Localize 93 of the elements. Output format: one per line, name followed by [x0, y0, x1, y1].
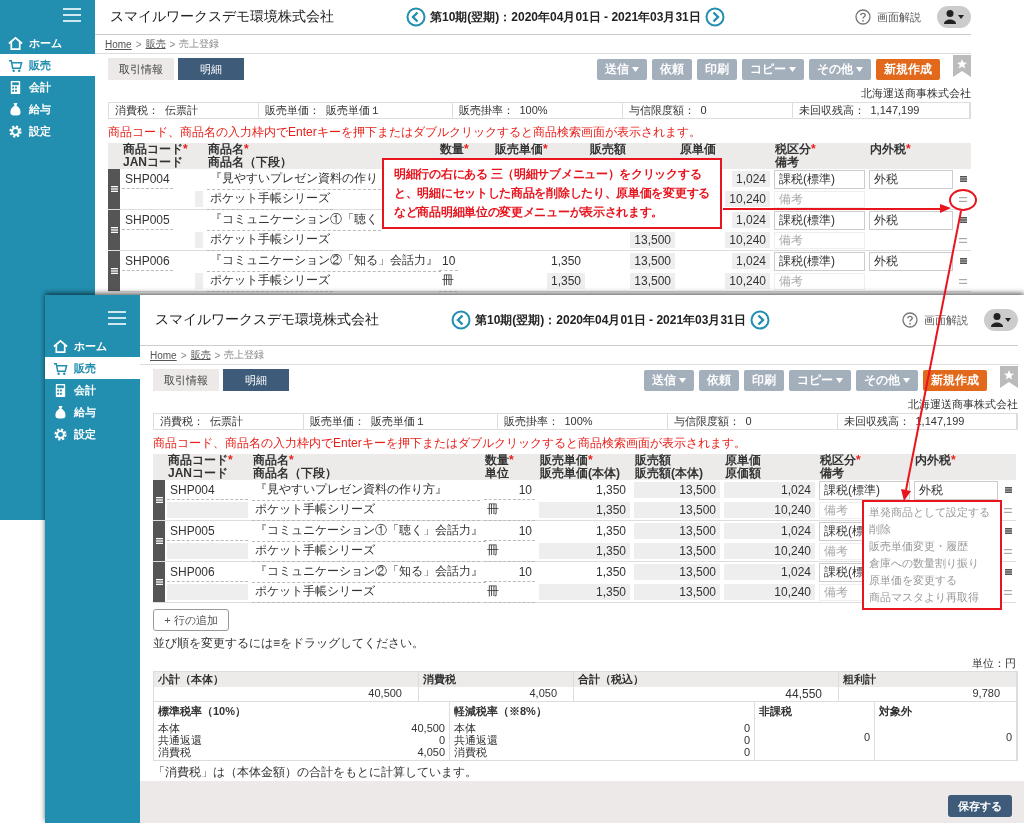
column-header: 販売単価*: [495, 142, 548, 156]
cost-price-field: 1,024: [724, 564, 815, 580]
total-label: 粗利計: [839, 672, 1016, 687]
column-header: 数量*: [440, 142, 469, 156]
cost-price-field: 1,024: [724, 482, 815, 498]
cost-amount-field: 10,240: [725, 273, 770, 289]
cost-amount-field: 10,240: [725, 232, 770, 248]
notice-text: 商品コード、商品名の入力枠内でEnterキーを押下またはダブルクリックすると商品検索画面が表示されます。: [108, 124, 702, 138]
breakdown-value: 0: [1005, 731, 1012, 743]
column-header: 内外税*: [870, 142, 911, 156]
breakdown-title: 対象外: [879, 704, 913, 719]
total-label: 消費税: [419, 672, 573, 687]
fiscal-period: 第10期(翌期)：2020年04月01日 - 2021年03月31日: [430, 8, 701, 26]
total-value: 9,780: [971, 687, 1001, 699]
company-name: スマイルワークスデモ環境株式会社: [155, 311, 380, 329]
info-cell: 販売単価： 販売単価１: [304, 414, 498, 429]
breakdown-value: 0: [438, 734, 445, 746]
info-cell: 消費税： 伝票計: [109, 103, 259, 118]
info-cell: 消費税： 伝票計: [154, 414, 304, 429]
breakdown-title: 標準税率（10%）: [158, 704, 248, 719]
breakdown-title: 非課税: [759, 704, 793, 719]
net-amount-field: 13,500: [634, 543, 720, 559]
total-label: 合計（税込）: [574, 672, 838, 687]
notice-text: 商品コード、商品名の入力枠内でEnterキーを押下またはダブルクリックすると商品検索画面が表示されます。: [153, 435, 747, 449]
net-price-field: 1,350: [539, 543, 630, 559]
cost-amount-field: 10,240: [724, 502, 815, 518]
company-name: スマイルワークスデモ環境株式会社: [110, 8, 335, 26]
cost-price-field: 1,024: [724, 523, 815, 539]
footnote: 「消費税」は（本体金額）の合計をもとに計算しています。: [153, 764, 478, 781]
amount-field: 13,500: [634, 482, 720, 498]
breakdown-label: 共通返還: [454, 734, 498, 746]
net-price-field: 1,350: [539, 502, 630, 518]
breadcrumb-separator: >: [169, 38, 176, 50]
breakdown-value: 0: [743, 746, 750, 758]
net-price-field: 1,350: [539, 584, 630, 600]
column-header: 原単価: [680, 142, 716, 156]
breadcrumb-separator: >: [180, 349, 187, 361]
breakdown-value: 4,050: [417, 746, 445, 758]
breadcrumb-current: 売上登録: [179, 37, 220, 51]
breakdown-value: 0: [743, 722, 750, 734]
breakdown-value: 0: [863, 731, 870, 743]
drag-hint: 並び順を変更するには≡をドラッグしてください。: [153, 635, 425, 652]
column-header: 販売単価* 販売単価(本体): [540, 453, 620, 480]
total-value: 40,500: [367, 687, 403, 699]
info-cell: 未回収残高： 1,147,199: [793, 103, 970, 118]
customer-name: 北海運送商事株式会社: [861, 87, 971, 99]
cost-amount-field: 10,240: [724, 584, 815, 600]
info-cell: 与信限度額： 0: [668, 414, 838, 429]
net-amount-field: 13,500: [630, 232, 675, 248]
total-label: 小計（本体）: [154, 672, 418, 687]
net-amount-field: 13,500: [630, 273, 675, 289]
info-cell: 与信限度額： 0: [623, 103, 793, 118]
callout-box: 明細行の右にある 三（明細サブメニュー）をクリックすると、明細にセットした商品を削除したり、原単価を変更するなど商品明細単位の変更メニューが表示されます。: [382, 158, 722, 229]
cost-amount-field: 10,240: [725, 191, 770, 207]
amount-field: 13,500: [630, 253, 675, 269]
column-header: 税区分* 備考: [820, 453, 861, 480]
info-cell: 販売掛率： 100%: [453, 103, 623, 118]
breadcrumb-current: 売上登録: [224, 348, 265, 362]
column-header: 商品名* 商品名（下段）: [208, 142, 292, 169]
breakdown-label: 本体: [454, 722, 476, 734]
column-header: 数量* 単位: [485, 453, 514, 480]
breakdown-value: 40,500: [411, 722, 445, 734]
column-header: 内外税*: [915, 453, 956, 467]
currency-unit: 単位：円: [972, 657, 1016, 669]
column-header: 原単価 原価額: [725, 453, 761, 480]
cost-price-field: 1,024: [731, 253, 770, 269]
breakdown-value: 0: [743, 734, 750, 746]
net-amount-field: 13,500: [634, 502, 720, 518]
cost-price-field: 1,024: [731, 212, 770, 228]
total-value: 4,050: [528, 687, 558, 699]
info-cell: 販売単価： 販売単価１: [259, 103, 453, 118]
column-header: 商品コード* JANコード: [123, 142, 188, 169]
column-header: 税区分* 備考: [775, 142, 816, 169]
net-amount-field: 13,500: [634, 584, 720, 600]
amount-field: 13,500: [634, 523, 720, 539]
breakdown-label: 共通返還: [158, 734, 202, 746]
column-header: 販売額: [590, 142, 626, 156]
breadcrumb-separator: >: [135, 38, 142, 50]
fiscal-period: 第10期(翌期)：2020年04月01日 - 2021年03月31日: [475, 311, 746, 329]
column-header: 販売額 販売額(本体): [635, 453, 703, 480]
info-cell: 販売掛率： 100%: [498, 414, 668, 429]
net-price-field: 1,350: [546, 273, 585, 289]
column-header: 商品名* 商品名（下段）: [253, 453, 337, 480]
cost-amount-field: 10,240: [724, 543, 815, 559]
breakdown-label: 消費税: [454, 746, 487, 758]
breakdown-title: 軽減税率（※8%）: [454, 704, 548, 719]
cost-price-field: 1,024: [731, 171, 770, 187]
breakdown-label: 本体: [158, 722, 180, 734]
breadcrumb-separator: >: [214, 349, 221, 361]
column-header: 商品コード* JANコード: [168, 453, 233, 480]
breakdown-label: 消費税: [158, 746, 191, 758]
total-value: 44,550: [784, 687, 823, 701]
amount-field: 13,500: [634, 564, 720, 580]
